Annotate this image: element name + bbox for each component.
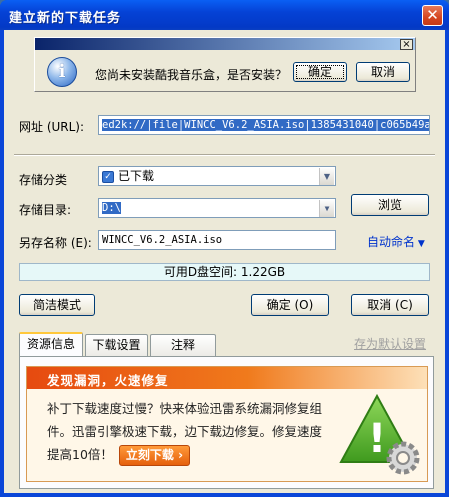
tab-resource-info[interactable]: 资源信息: [19, 332, 83, 356]
url-input[interactable]: ed2k://|file|WINCC_V6.2_ASIA.iso|1385431…: [98, 115, 430, 135]
resource-info-panel: 发现漏洞，火速修复 补丁下载速度过慢？快来体验迅雷系统漏洞修复组件。迅雷引擎极速…: [19, 356, 434, 489]
cancel-button[interactable]: 取消 (C): [351, 294, 429, 316]
install-prompt: × i 您尚未安装酷我音乐盒，是否安装？ 确定 取消: [34, 37, 416, 92]
banner-header: 发现漏洞，火速修复: [27, 367, 427, 389]
download-now-label: 立刻下载: [125, 448, 174, 462]
checked-folder-icon: ✓: [102, 170, 114, 183]
prompt-ok-button[interactable]: 确定: [293, 62, 347, 82]
url-label: 网址 (URL):: [19, 120, 85, 134]
title-bar[interactable]: 建立新的下载任务 ✕: [0, 0, 449, 30]
url-value: ed2k://|file|WINCC_V6.2_ASIA.iso|1385431…: [102, 119, 429, 131]
prompt-title-bar: [35, 38, 415, 50]
divider: [14, 154, 435, 156]
window-title: 建立新的下载任务: [9, 11, 122, 26]
tab-download-settings[interactable]: 下载设置: [85, 334, 148, 356]
directory-value: D:\: [102, 202, 121, 214]
prompt-cancel-button[interactable]: 取消: [356, 62, 410, 82]
tab-notes[interactable]: 注释: [150, 334, 216, 356]
simple-mode-button[interactable]: 简洁模式: [19, 294, 95, 316]
security-banner: 发现漏洞，火速修复 补丁下载速度过慢？快来体验迅雷系统漏洞修复组件。迅雷引擎极速…: [26, 366, 428, 482]
directory-select[interactable]: D:\ ▼: [98, 198, 336, 218]
auto-name-label: 自动命名: [367, 235, 416, 249]
saveas-value: WINCC_V6.2_ASIA.iso: [102, 234, 223, 246]
ok-button[interactable]: 确定 (O): [251, 294, 329, 316]
warning-glyph: !: [368, 416, 386, 462]
download-now-button[interactable]: 立刻下载 ›: [118, 445, 191, 466]
gear-icon: [386, 441, 420, 475]
category-label: 存储分类: [19, 173, 68, 187]
category-select[interactable]: ✓ 已下载 ▼: [98, 166, 336, 186]
category-value: 已下载: [118, 169, 155, 183]
saveas-input[interactable]: WINCC_V6.2_ASIA.iso: [98, 230, 336, 250]
chevron-down-icon[interactable]: ▼: [319, 200, 334, 217]
dialog-body: × i 您尚未安装酷我音乐盒，是否安装？ 确定 取消 网址 (URL): ed2…: [4, 30, 445, 493]
save-as-default-link[interactable]: 存为默认设置: [354, 335, 426, 352]
prompt-message: 您尚未安装酷我音乐盒，是否安装？: [95, 68, 288, 82]
warning-icon: !: [339, 393, 420, 475]
directory-label: 存储目录:: [19, 203, 72, 217]
auto-name-link[interactable]: 自动命名 ▼: [367, 233, 425, 250]
banner-title: 发现漏洞，火速修复: [47, 373, 169, 388]
prompt-close-icon[interactable]: ×: [400, 39, 413, 50]
info-icon: i: [47, 57, 77, 87]
free-space-bar: 可用D盘空间: 1.22GB: [19, 263, 430, 281]
browse-button[interactable]: 浏览: [351, 194, 429, 216]
close-icon[interactable]: ✕: [422, 5, 443, 26]
chevron-down-icon: ▼: [415, 239, 425, 249]
download-task-window: 建立新的下载任务 ✕ × i 您尚未安装酷我音乐盒，是否安装？ 确定 取消 网址…: [0, 0, 449, 497]
chevron-down-icon[interactable]: ▼: [319, 168, 334, 185]
banner-text: 补丁下载速度过慢？快来体验迅雷系统漏洞修复组件。迅雷引擎极速下载，边下载边修复。…: [47, 397, 332, 466]
saveas-label: 另存名称 (E):: [19, 236, 92, 250]
